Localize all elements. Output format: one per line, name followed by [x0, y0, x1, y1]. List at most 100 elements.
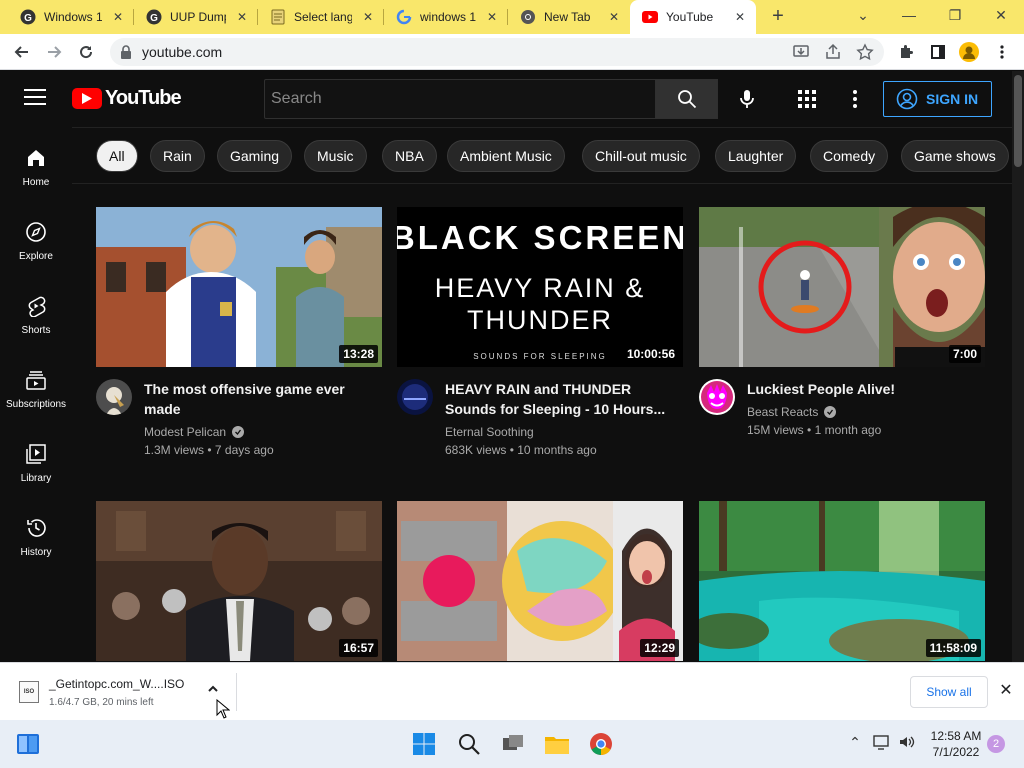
tab-select-lang[interactable]: Select lang ✕	[258, 0, 384, 34]
thumb-text-line4: SOUNDS FOR SLEEPING	[473, 352, 607, 361]
chip-ambient-music[interactable]: Ambient Music	[447, 140, 565, 172]
microphone-icon[interactable]	[736, 88, 758, 110]
close-window-button[interactable]: ✕	[978, 0, 1024, 34]
page-scrollbar[interactable]	[1012, 71, 1024, 662]
chip-nba[interactable]: NBA	[382, 140, 437, 172]
channel-name[interactable]: Beast Reacts	[747, 405, 837, 419]
chip-chill-out-music[interactable]: Chill-out music	[582, 140, 700, 172]
bookmark-star-icon[interactable]	[856, 43, 874, 61]
task-view-button[interactable]	[499, 730, 527, 758]
video-card[interactable]: 11:58:09	[699, 501, 985, 661]
video-thumbnail[interactable]: 7:00	[699, 207, 985, 367]
chip-comedy[interactable]: Comedy	[810, 140, 889, 172]
system-clock[interactable]: 12:58 AM 7/1/2022	[926, 728, 986, 760]
lock-icon	[121, 45, 131, 59]
iso-file-icon: ISO	[19, 681, 39, 703]
channel-avatar[interactable]	[96, 379, 132, 415]
side-panel-button[interactable]	[926, 40, 950, 64]
tab-windows-1-google[interactable]: windows 1 ✕	[384, 0, 508, 34]
sidebar-item-explore[interactable]: Explore	[0, 201, 72, 275]
file-explorer-button[interactable]	[543, 730, 571, 758]
channel-name[interactable]: Modest Pelican	[144, 425, 245, 439]
close-download-shelf-icon[interactable]: ✕	[996, 681, 1016, 701]
video-meta: Luckiest People Alive! Beast Reacts 15M …	[699, 367, 985, 477]
video-thumbnail[interactable]: 16:57	[96, 501, 382, 661]
reload-button[interactable]	[74, 40, 98, 64]
search-button[interactable]	[655, 79, 718, 119]
settings-dots-icon[interactable]	[848, 89, 862, 109]
chip-game-shows[interactable]: Game shows	[901, 140, 1009, 172]
mouse-cursor-icon	[216, 699, 230, 719]
sidebar-item-home[interactable]: Home	[0, 127, 72, 201]
video-card[interactable]: 16:57	[96, 501, 382, 661]
video-card[interactable]: 13:28 The most offensive game ever made …	[96, 207, 382, 477]
apps-grid-icon[interactable]	[797, 89, 817, 109]
back-button[interactable]	[10, 40, 34, 64]
scrollbar-thumb[interactable]	[1014, 75, 1022, 167]
sidebar-item-library[interactable]: Library	[0, 423, 72, 497]
close-tab-icon[interactable]: ✕	[234, 9, 250, 25]
sign-in-button[interactable]: SIGN IN	[883, 81, 992, 117]
install-app-icon[interactable]	[792, 43, 810, 61]
notification-count-badge[interactable]: 2	[987, 735, 1005, 753]
video-duration: 13:28	[339, 345, 378, 363]
restore-button[interactable]: ❐	[932, 0, 978, 34]
network-icon[interactable]	[872, 734, 892, 754]
show-all-button[interactable]: Show all	[910, 676, 988, 708]
download-filename[interactable]: _Getintopc.com_W....ISO	[49, 677, 184, 691]
video-thumbnail[interactable]: BLACK SCREEN HEAVY RAIN & THUNDER SOUNDS…	[397, 207, 683, 367]
widgets-button[interactable]	[14, 730, 42, 758]
channel-name[interactable]: Eternal Soothing	[445, 425, 534, 439]
hamburger-menu-icon[interactable]	[24, 89, 46, 107]
sidebar-item-shorts[interactable]: Shorts	[0, 275, 72, 349]
sidebar-item-history[interactable]: History	[0, 497, 72, 571]
sidebar-item-label: Subscriptions	[5, 399, 67, 410]
show-hidden-icons-chevron-icon[interactable]: ⌃	[845, 734, 865, 754]
volume-icon[interactable]	[897, 734, 917, 754]
close-tab-icon[interactable]: ✕	[484, 9, 500, 25]
start-button[interactable]	[410, 730, 438, 758]
tab-new-tab[interactable]: New Tab ✕	[508, 0, 630, 34]
video-thumbnail[interactable]: 12:29	[397, 501, 683, 661]
taskbar-search-button[interactable]	[455, 730, 483, 758]
search-icon	[459, 734, 480, 755]
video-card[interactable]: BLACK SCREEN HEAVY RAIN & THUNDER SOUNDS…	[397, 207, 683, 477]
video-card[interactable]: 12:29	[397, 501, 683, 661]
sidebar-item-subscriptions[interactable]: Subscriptions	[0, 349, 72, 423]
video-card[interactable]: 7:00 Luckiest People Alive! Beast Reacts…	[699, 207, 985, 477]
address-bar[interactable]: youtube.com	[110, 38, 884, 66]
youtube-logo[interactable]: YouTube	[72, 87, 182, 110]
chip-gaming[interactable]: Gaming	[217, 140, 293, 172]
video-title[interactable]: The most offensive game ever made	[144, 379, 374, 419]
close-tab-icon[interactable]: ✕	[732, 9, 748, 25]
video-title[interactable]: Luckiest People Alive!	[747, 379, 977, 399]
minimize-button[interactable]: —	[886, 0, 932, 34]
chip-laughter[interactable]: Laughter	[715, 140, 797, 172]
chip-all[interactable]: All	[96, 140, 138, 172]
search-input[interactable]	[265, 80, 655, 118]
tab-windows-1[interactable]: G Windows 1 ✕	[8, 0, 134, 34]
close-tab-icon[interactable]: ✕	[110, 9, 126, 25]
forward-button[interactable]	[42, 40, 66, 64]
extensions-button[interactable]	[894, 40, 918, 64]
tab-search-chevron-icon[interactable]: ⌄	[840, 0, 886, 34]
channel-avatar[interactable]	[397, 379, 433, 415]
video-thumbnail[interactable]: 13:28	[96, 207, 382, 367]
chrome-taskbar-button[interactable]	[587, 730, 615, 758]
chip-music[interactable]: Music	[304, 140, 367, 172]
close-tab-icon[interactable]: ✕	[360, 9, 376, 25]
chip-rain[interactable]: Rain	[150, 140, 205, 172]
video-thumbnail[interactable]: 11:58:09	[699, 501, 985, 661]
close-tab-icon[interactable]: ✕	[606, 9, 622, 25]
profile-avatar[interactable]	[959, 42, 979, 62]
share-icon[interactable]	[824, 43, 842, 61]
url-text: youtube.com	[142, 44, 223, 60]
video-duration: 10:00:56	[622, 345, 679, 363]
tab-youtube[interactable]: YouTube ✕	[630, 0, 756, 34]
new-tab-button[interactable]: +	[766, 5, 790, 29]
channel-avatar[interactable]	[699, 379, 735, 415]
chrome-menu-button[interactable]	[990, 40, 1014, 64]
bully-game-thumbnail-image	[96, 207, 382, 367]
tab-uup-dump[interactable]: G UUP Dump ✕	[134, 0, 258, 34]
video-title[interactable]: HEAVY RAIN and THUNDER Sounds for Sleepi…	[445, 379, 675, 419]
